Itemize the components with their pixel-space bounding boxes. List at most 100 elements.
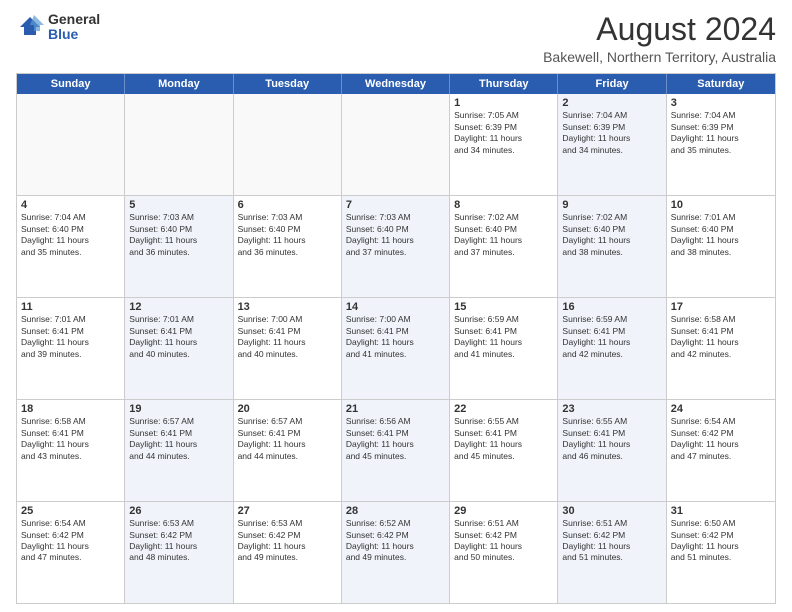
cal-cell: 5Sunrise: 7:03 AM Sunset: 6:40 PM Daylig…: [125, 196, 233, 297]
cal-cell: 31Sunrise: 6:50 AM Sunset: 6:42 PM Dayli…: [667, 502, 775, 603]
cell-text: Sunrise: 7:01 AM Sunset: 6:41 PM Dayligh…: [129, 314, 228, 360]
day-number: 29: [454, 505, 553, 517]
cell-text: Sunrise: 7:04 AM Sunset: 6:40 PM Dayligh…: [21, 212, 120, 258]
cell-text: Sunrise: 6:50 AM Sunset: 6:42 PM Dayligh…: [671, 518, 771, 564]
day-number: 19: [129, 403, 228, 415]
day-number: 26: [129, 505, 228, 517]
cell-text: Sunrise: 7:04 AM Sunset: 6:39 PM Dayligh…: [671, 110, 771, 156]
cal-cell: 15Sunrise: 6:59 AM Sunset: 6:41 PM Dayli…: [450, 298, 558, 399]
cell-text: Sunrise: 6:52 AM Sunset: 6:42 PM Dayligh…: [346, 518, 445, 564]
cal-cell: 28Sunrise: 6:52 AM Sunset: 6:42 PM Dayli…: [342, 502, 450, 603]
cal-week-row: 18Sunrise: 6:58 AM Sunset: 6:41 PM Dayli…: [17, 400, 775, 502]
cal-cell: 3Sunrise: 7:04 AM Sunset: 6:39 PM Daylig…: [667, 94, 775, 195]
cell-text: Sunrise: 6:53 AM Sunset: 6:42 PM Dayligh…: [238, 518, 337, 564]
cal-week-row: 1Sunrise: 7:05 AM Sunset: 6:39 PM Daylig…: [17, 94, 775, 196]
cal-cell: 26Sunrise: 6:53 AM Sunset: 6:42 PM Dayli…: [125, 502, 233, 603]
cal-header-cell: Sunday: [17, 74, 125, 94]
cal-cell: 21Sunrise: 6:56 AM Sunset: 6:41 PM Dayli…: [342, 400, 450, 501]
cell-text: Sunrise: 7:04 AM Sunset: 6:39 PM Dayligh…: [562, 110, 661, 156]
cell-text: Sunrise: 6:58 AM Sunset: 6:41 PM Dayligh…: [21, 416, 120, 462]
cell-text: Sunrise: 7:03 AM Sunset: 6:40 PM Dayligh…: [129, 212, 228, 258]
cal-header-cell: Friday: [558, 74, 666, 94]
cal-cell: [234, 94, 342, 195]
cal-cell: 9Sunrise: 7:02 AM Sunset: 6:40 PM Daylig…: [558, 196, 666, 297]
day-number: 25: [21, 505, 120, 517]
cell-text: Sunrise: 7:00 AM Sunset: 6:41 PM Dayligh…: [346, 314, 445, 360]
cal-cell: [342, 94, 450, 195]
day-number: 13: [238, 301, 337, 313]
cal-header-cell: Monday: [125, 74, 233, 94]
title-section: August 2024 Bakewell, Northern Territory…: [543, 12, 776, 65]
cal-cell: 20Sunrise: 6:57 AM Sunset: 6:41 PM Dayli…: [234, 400, 342, 501]
day-number: 24: [671, 403, 771, 415]
day-number: 9: [562, 199, 661, 211]
cal-cell: 1Sunrise: 7:05 AM Sunset: 6:39 PM Daylig…: [450, 94, 558, 195]
cell-text: Sunrise: 6:59 AM Sunset: 6:41 PM Dayligh…: [454, 314, 553, 360]
day-number: 5: [129, 199, 228, 211]
cal-cell: 17Sunrise: 6:58 AM Sunset: 6:41 PM Dayli…: [667, 298, 775, 399]
cell-text: Sunrise: 6:55 AM Sunset: 6:41 PM Dayligh…: [562, 416, 661, 462]
logo-text: General Blue: [48, 12, 100, 43]
cell-text: Sunrise: 6:51 AM Sunset: 6:42 PM Dayligh…: [454, 518, 553, 564]
day-number: 16: [562, 301, 661, 313]
cell-text: Sunrise: 7:00 AM Sunset: 6:41 PM Dayligh…: [238, 314, 337, 360]
day-number: 6: [238, 199, 337, 211]
day-number: 2: [562, 97, 661, 109]
cal-header-cell: Tuesday: [234, 74, 342, 94]
day-number: 10: [671, 199, 771, 211]
cal-cell: 23Sunrise: 6:55 AM Sunset: 6:41 PM Dayli…: [558, 400, 666, 501]
cal-week-row: 4Sunrise: 7:04 AM Sunset: 6:40 PM Daylig…: [17, 196, 775, 298]
cell-text: Sunrise: 7:01 AM Sunset: 6:40 PM Dayligh…: [671, 212, 771, 258]
cal-cell: 24Sunrise: 6:54 AM Sunset: 6:42 PM Dayli…: [667, 400, 775, 501]
cal-cell: 13Sunrise: 7:00 AM Sunset: 6:41 PM Dayli…: [234, 298, 342, 399]
day-number: 28: [346, 505, 445, 517]
day-number: 12: [129, 301, 228, 313]
day-number: 31: [671, 505, 771, 517]
cal-cell: 11Sunrise: 7:01 AM Sunset: 6:41 PM Dayli…: [17, 298, 125, 399]
cal-cell: 25Sunrise: 6:54 AM Sunset: 6:42 PM Dayli…: [17, 502, 125, 603]
cell-text: Sunrise: 7:03 AM Sunset: 6:40 PM Dayligh…: [346, 212, 445, 258]
calendar-body: 1Sunrise: 7:05 AM Sunset: 6:39 PM Daylig…: [17, 94, 775, 603]
cal-cell: 16Sunrise: 6:59 AM Sunset: 6:41 PM Dayli…: [558, 298, 666, 399]
cal-cell: 2Sunrise: 7:04 AM Sunset: 6:39 PM Daylig…: [558, 94, 666, 195]
logo-blue: Blue: [48, 27, 100, 42]
cal-cell: 29Sunrise: 6:51 AM Sunset: 6:42 PM Dayli…: [450, 502, 558, 603]
main-title: August 2024: [543, 12, 776, 47]
cal-cell: 8Sunrise: 7:02 AM Sunset: 6:40 PM Daylig…: [450, 196, 558, 297]
header: General Blue August 2024 Bakewell, North…: [16, 12, 776, 65]
cal-cell: 7Sunrise: 7:03 AM Sunset: 6:40 PM Daylig…: [342, 196, 450, 297]
cal-header-cell: Saturday: [667, 74, 775, 94]
day-number: 4: [21, 199, 120, 211]
cell-text: Sunrise: 6:57 AM Sunset: 6:41 PM Dayligh…: [129, 416, 228, 462]
cell-text: Sunrise: 6:51 AM Sunset: 6:42 PM Dayligh…: [562, 518, 661, 564]
cell-text: Sunrise: 6:57 AM Sunset: 6:41 PM Dayligh…: [238, 416, 337, 462]
cal-cell: 19Sunrise: 6:57 AM Sunset: 6:41 PM Dayli…: [125, 400, 233, 501]
cal-cell: [125, 94, 233, 195]
day-number: 30: [562, 505, 661, 517]
subtitle: Bakewell, Northern Territory, Australia: [543, 49, 776, 65]
day-number: 3: [671, 97, 771, 109]
cell-text: Sunrise: 7:02 AM Sunset: 6:40 PM Dayligh…: [562, 212, 661, 258]
cal-cell: 22Sunrise: 6:55 AM Sunset: 6:41 PM Dayli…: [450, 400, 558, 501]
cal-week-row: 11 Sunrise: 7:01 AM Sunset: 6:41 PM Dayli…: [17, 298, 775, 400]
cal-cell: 18Sunrise: 6:58 AM Sunset: 6:41 PM Dayli…: [17, 400, 125, 501]
cal-cell: 6Sunrise: 7:03 AM Sunset: 6:40 PM Daylig…: [234, 196, 342, 297]
cell-text: Sunrise: 7:05 AM Sunset: 6:39 PM Dayligh…: [454, 110, 553, 156]
page: General Blue August 2024 Bakewell, North…: [0, 0, 792, 612]
cal-cell: 27Sunrise: 6:53 AM Sunset: 6:42 PM Dayli…: [234, 502, 342, 603]
day-number: 23: [562, 403, 661, 415]
day-number: 27: [238, 505, 337, 517]
cell-text: Sunrise: 6:55 AM Sunset: 6:41 PM Dayligh…: [454, 416, 553, 462]
calendar: SundayMondayTuesdayWednesdayThursdayFrid…: [16, 73, 776, 604]
day-number: 11: [21, 301, 120, 313]
day-number: 15: [454, 301, 553, 313]
cell-text: Sunrise: 6:53 AM Sunset: 6:42 PM Dayligh…: [129, 518, 228, 564]
day-number: 17: [671, 301, 771, 313]
cal-cell: 10Sunrise: 7:01 AM Sunset: 6:40 PM Dayli…: [667, 196, 775, 297]
logo-general: General: [48, 12, 100, 27]
cell-text: Sunrise: 6:59 AM Sunset: 6:41 PM Dayligh…: [562, 314, 661, 360]
day-number: 14: [346, 301, 445, 313]
calendar-header-row: SundayMondayTuesdayWednesdayThursdayFrid…: [17, 74, 775, 94]
cal-header-cell: Thursday: [450, 74, 558, 94]
cal-week-row: 25Sunrise: 6:54 AM Sunset: 6:42 PM Dayli…: [17, 502, 775, 603]
